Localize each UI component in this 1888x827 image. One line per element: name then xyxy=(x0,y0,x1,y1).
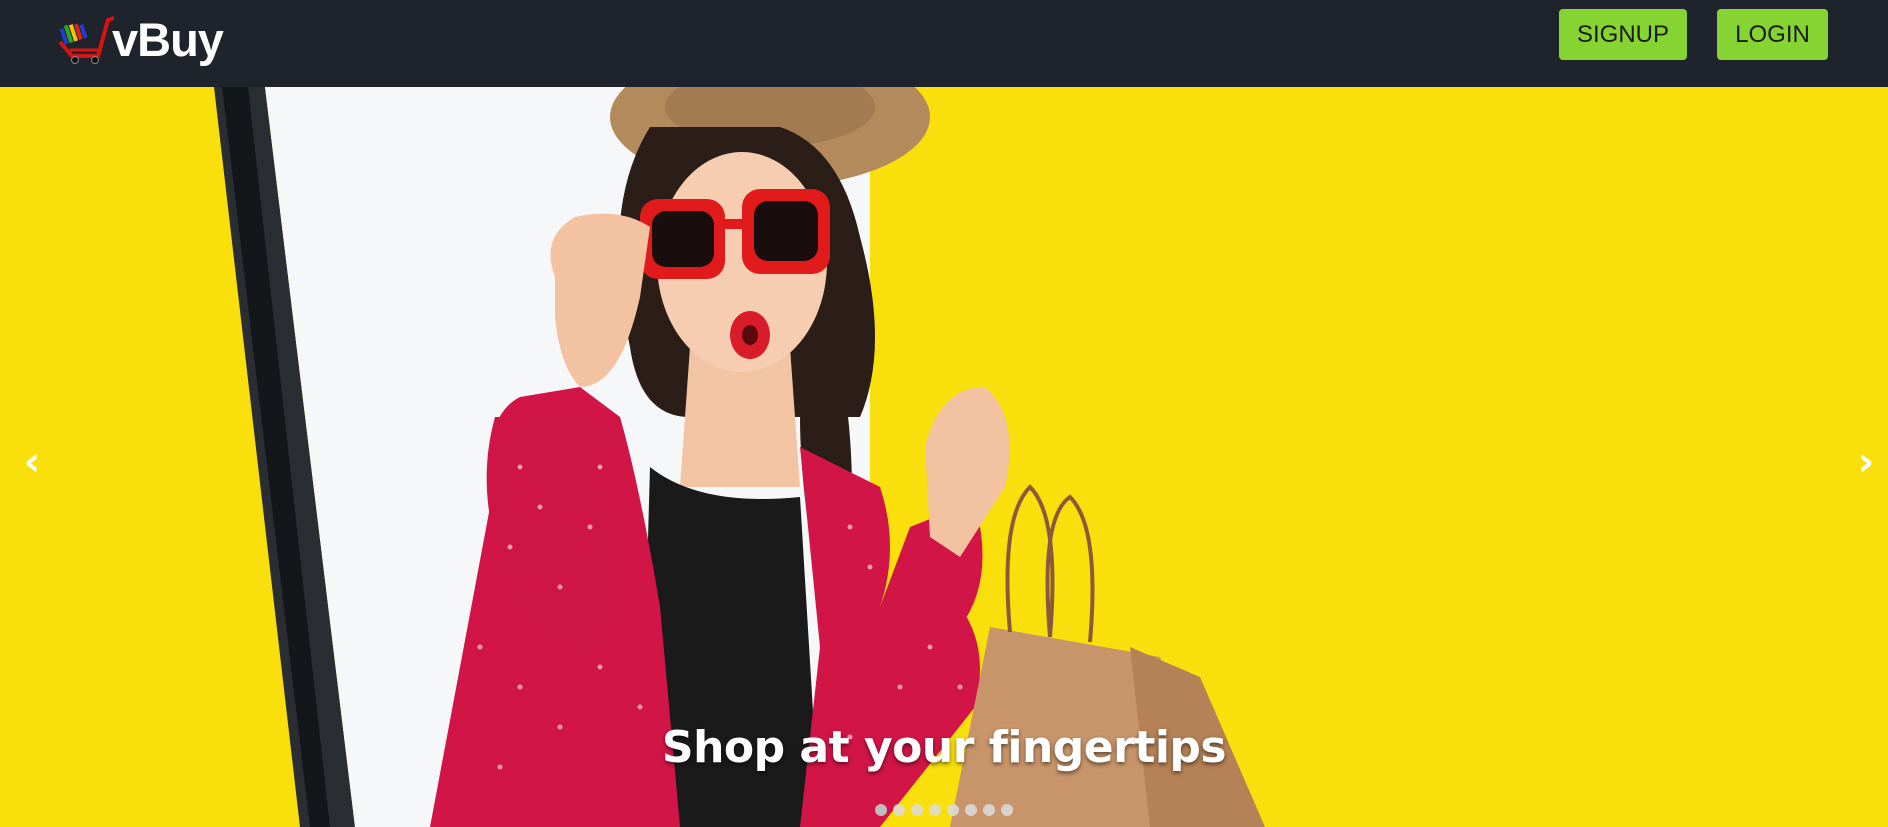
carousel-prev-button[interactable]: ‹ xyxy=(12,439,52,484)
carousel-indicator[interactable] xyxy=(929,804,941,816)
carousel-indicator[interactable] xyxy=(893,804,905,816)
carousel-indicator[interactable] xyxy=(947,804,959,816)
carousel-caption: Shop at your fingertips xyxy=(661,722,1227,773)
brand-name: vBuy xyxy=(112,12,224,66)
shopping-cart-icon xyxy=(58,16,114,64)
carousel-indicator[interactable] xyxy=(1001,804,1013,816)
login-button[interactable]: LOGIN xyxy=(1717,9,1828,60)
hero-slide-image xyxy=(0,87,1888,827)
carousel-indicator[interactable] xyxy=(911,804,923,816)
navbar: vBuy SIGNUP LOGIN xyxy=(0,0,1888,87)
carousel-indicator[interactable] xyxy=(965,804,977,816)
carousel-indicators xyxy=(0,804,1888,816)
hero-carousel: Shop at your fingertips ‹ › xyxy=(0,87,1888,827)
carousel-indicator[interactable] xyxy=(983,804,995,816)
carousel-indicator[interactable] xyxy=(875,804,887,816)
signup-button[interactable]: SIGNUP xyxy=(1559,9,1687,60)
carousel-next-button[interactable]: › xyxy=(1846,439,1886,484)
brand-logo-link[interactable]: vBuy xyxy=(58,10,224,68)
